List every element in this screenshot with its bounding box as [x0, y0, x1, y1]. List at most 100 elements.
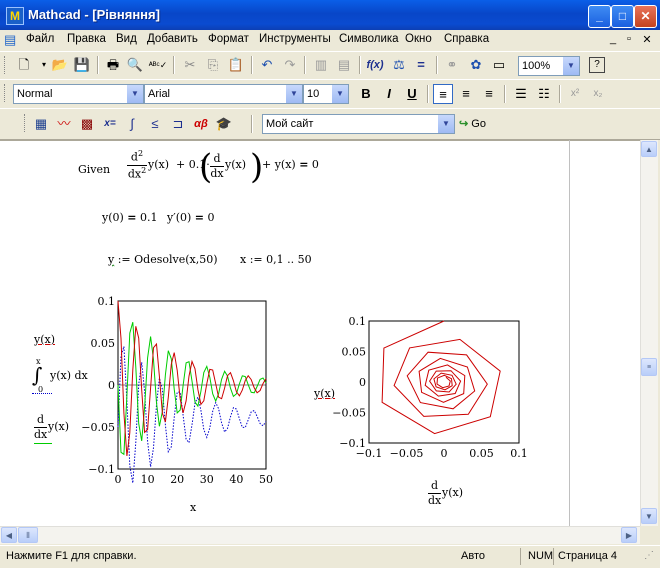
redo-icon[interactable]: ↷ — [280, 55, 300, 75]
chevron-down-icon[interactable]: ▼ — [286, 85, 302, 103]
symbolic-icon[interactable]: 🎓 — [214, 114, 234, 134]
font-select[interactable]: Arial ▼ — [144, 84, 303, 104]
plot1-ytick: −0.05 — [81, 421, 115, 434]
help-icon[interactable]: ? — [589, 57, 605, 73]
align-right-icon[interactable]: ≡ — [479, 84, 499, 104]
calculator-icon[interactable]: ▦ — [31, 114, 51, 134]
calculus-icon[interactable]: ∫ — [122, 114, 142, 134]
scroll-left-icon[interactable]: ◀ — [1, 527, 17, 543]
print-preview-icon[interactable]: 🔍 — [125, 55, 145, 75]
chevron-down-icon[interactable]: ▼ — [127, 85, 143, 103]
insert-hyperlink-icon[interactable]: ⚭ — [442, 55, 462, 75]
horizontal-scroll-thumb[interactable]: ⦀ — [18, 527, 38, 543]
align-center-icon[interactable]: ≡ — [456, 84, 476, 104]
doc-minimize-button[interactable]: _ — [606, 33, 620, 45]
menu-symbolics[interactable]: Символика — [339, 33, 399, 45]
menu-edit[interactable]: Правка — [67, 33, 106, 45]
chevron-down-icon[interactable]: ▼ — [563, 57, 579, 75]
resource-center-icon[interactable]: ▭ — [489, 55, 509, 75]
plot1-xtick: 20 — [170, 473, 184, 486]
document-icon[interactable]: ▤ — [4, 32, 20, 48]
math-toolbar: ▦ 〰 ▩ x= ∫ ≤ ⊐ αβ 🎓 Мой сайт ▼ ↪ Go — [0, 108, 660, 140]
mathcad-icon[interactable]: M — [6, 7, 24, 25]
align-across-icon[interactable]: ▥ — [311, 55, 331, 75]
font-size-select[interactable]: 10 ▼ — [303, 84, 349, 104]
graph-icon[interactable]: 〰 — [54, 114, 74, 134]
worksheet[interactable]: Given d2 dx2 y(x) + 0.1· ( d dx y(x) ) +… — [0, 140, 640, 527]
given-keyword[interactable]: Given — [78, 163, 110, 176]
copy-icon[interactable]: ⎘ — [203, 55, 223, 75]
minimize-button[interactable]: _ — [588, 5, 611, 28]
greek-icon[interactable]: αβ — [191, 114, 211, 134]
align-down-icon[interactable]: ▤ — [334, 55, 354, 75]
vertical-scroll-thumb[interactable]: ≡ — [641, 358, 657, 376]
doc-restore-button[interactable]: ▫ — [622, 33, 636, 45]
superscript-icon[interactable]: x² — [565, 84, 585, 104]
insert-unit-icon[interactable]: ⚖ — [389, 55, 409, 75]
size-grip — [640, 526, 660, 545]
chevron-down-icon[interactable]: ▼ — [438, 115, 454, 133]
component-wizard-icon[interactable]: ✿ — [466, 55, 486, 75]
plot2-xtick: −0.1 — [356, 447, 383, 460]
numbering-icon[interactable]: ☷ — [534, 84, 554, 104]
toolbar-grip[interactable] — [4, 56, 8, 74]
plot1-xtick: 50 — [259, 473, 273, 486]
plot2-xtick: 0.05 — [469, 447, 494, 460]
plot-phase-portrait[interactable]: y(x) 0.1 0.05 0 −0.05 −0.1 −0.1 −0.05 0 0.05 0.1 … — [300, 315, 540, 521]
calculate-icon[interactable]: = — [411, 55, 431, 75]
underline-button[interactable]: U — [402, 84, 422, 104]
align-left-icon[interactable]: ≡ — [433, 84, 453, 104]
menu-view[interactable]: Вид — [116, 33, 137, 45]
initial-condition-2[interactable]: y′(0) = 0 — [167, 211, 215, 224]
style-select[interactable]: Normal ▼ — [13, 84, 144, 104]
plot-time-series[interactable]: y(x) x ∫ 0 y(x) dx d dx y(x) 0.1 0.05 0 −0.… — [30, 295, 280, 516]
scroll-up-icon[interactable]: ▲ — [641, 141, 657, 157]
scroll-down-icon[interactable]: ▼ — [641, 508, 657, 524]
menu-help[interactable]: Справка — [444, 33, 489, 45]
subscript-icon[interactable]: x₂ — [588, 84, 608, 104]
plot1-canvas: 0.10.050−0.05−0.10 10 20 30 40 50 — [81, 295, 273, 486]
horizontal-scrollbar[interactable]: ◀ ⦀ ▶ — [0, 526, 640, 544]
boolean-icon[interactable]: ≤ — [145, 114, 165, 134]
toolbar-grip[interactable] — [4, 84, 8, 102]
bullets-icon[interactable]: ☰ — [511, 84, 531, 104]
close-button[interactable]: ✕ — [634, 5, 657, 28]
vertical-scrollbar[interactable]: ▲ ≡ ▼ — [640, 140, 658, 526]
go-button[interactable]: ↪ Go — [459, 115, 486, 133]
zoom-select[interactable]: 100% ▼ — [518, 56, 580, 76]
initial-condition-1[interactable]: y(0) = 0.1 — [102, 211, 158, 224]
evaluation-icon[interactable]: x= — [100, 114, 120, 134]
maximize-button[interactable]: □ — [611, 5, 634, 28]
bold-button[interactable]: B — [356, 84, 376, 104]
status-mode: Авто — [461, 550, 485, 562]
print-icon[interactable]: 🖶 — [103, 55, 123, 75]
italic-button[interactable]: I — [379, 84, 399, 104]
doc-close-button[interactable]: ✕ — [640, 33, 654, 46]
paste-icon[interactable]: 📋 — [226, 55, 246, 75]
menu-window[interactable]: Окно — [405, 33, 432, 45]
chevron-down-icon[interactable]: ▼ — [332, 85, 348, 103]
menu-tools[interactable]: Инструменты — [259, 33, 331, 45]
scroll-right-icon[interactable]: ▶ — [621, 527, 637, 543]
save-icon[interactable]: 💾 — [72, 55, 92, 75]
cut-icon[interactable]: ✂ — [180, 55, 200, 75]
ode-equation[interactable]: d2 dx2 y(x) + 0.1· ( d dx y(x) ) + y(x) … — [127, 147, 327, 193]
undo-icon[interactable]: ↶ — [257, 55, 277, 75]
menu-insert[interactable]: Добавить — [147, 33, 198, 45]
formatting-toolbar: Normal ▼ Arial ▼ 10 ▼ B I U ≡ ≡ ≡ ☰ ☷ x²… — [0, 79, 660, 109]
plot1-xtick: 0 — [115, 473, 122, 486]
open-icon[interactable]: 📂 — [50, 55, 70, 75]
resource-select[interactable]: Мой сайт ▼ — [262, 114, 455, 134]
plot2-ytick: −0.05 — [332, 407, 366, 420]
programming-icon[interactable]: ⊐ — [168, 114, 188, 134]
insert-function-icon[interactable]: f(x) — [365, 55, 385, 75]
menu-bar: ▤ Файл Правка Вид Добавить Формат Инстру… — [0, 30, 660, 50]
new-icon[interactable]: 🗋 — [14, 55, 34, 75]
matrix-icon[interactable]: ▩ — [77, 114, 97, 134]
range-definition[interactable]: x := 0,1 .. 50 — [240, 253, 312, 266]
toolbar-grip[interactable] — [24, 114, 28, 132]
menu-format[interactable]: Формат — [208, 33, 249, 45]
spell-check-icon[interactable]: ᴬᴮᶜ✓ — [148, 55, 168, 75]
menu-file[interactable]: Файл — [26, 33, 54, 45]
odesolve-definition[interactable]: y := Odesolve(x,50) — [108, 253, 218, 266]
